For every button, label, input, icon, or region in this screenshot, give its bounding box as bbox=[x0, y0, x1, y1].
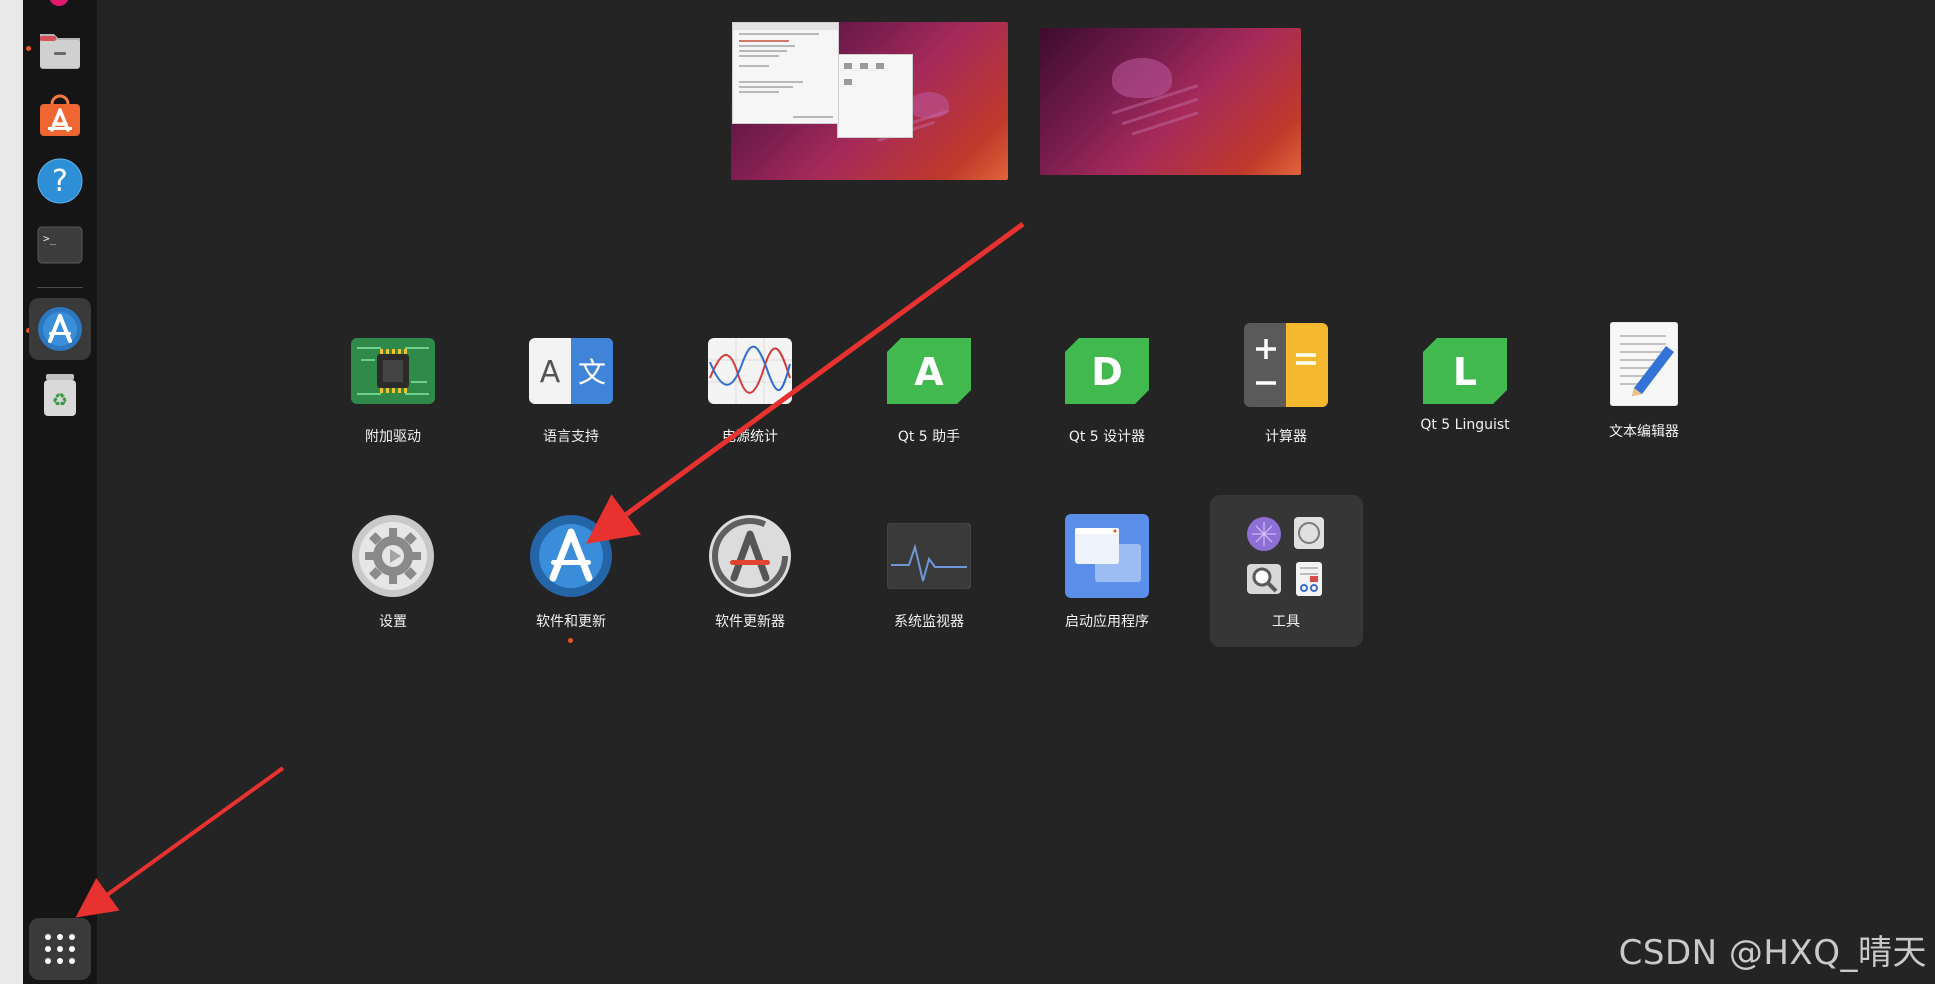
glyph: L bbox=[1453, 350, 1477, 394]
folder-icon bbox=[40, 34, 80, 69]
workspace-thumbnail-2[interactable] bbox=[1040, 28, 1301, 175]
dock-item-terminal[interactable]: >_ bbox=[29, 214, 91, 276]
help-icon: ? bbox=[37, 158, 83, 204]
app-calculator[interactable]: 计算器 bbox=[1201, 322, 1371, 452]
text-editor-icon bbox=[1610, 322, 1678, 406]
app-label: 计算器 bbox=[1265, 429, 1307, 445]
svg-text:♻: ♻ bbox=[52, 390, 68, 411]
activities-overview: ? >_ ♻ 附加驱动 A 文 语言支持 电源统计 A Qt 5 助手 D Qt… bbox=[0, 0, 1935, 984]
qt-d-icon: D bbox=[1065, 338, 1149, 404]
system-monitor-icon bbox=[887, 523, 971, 589]
app-label: 设置 bbox=[379, 614, 407, 630]
app-tools-folder[interactable]: 工具 bbox=[1201, 514, 1371, 644]
show-applications-button[interactable] bbox=[29, 918, 91, 980]
app-system-monitor[interactable]: 系统监视器 bbox=[844, 514, 1014, 644]
dock-item-app-center[interactable] bbox=[29, 84, 91, 146]
wallpaper-jellyfish bbox=[1112, 58, 1172, 98]
calculator-icon bbox=[1244, 323, 1328, 407]
app-label: 系统监视器 bbox=[894, 614, 964, 630]
watermark: CSDN @HXQ_晴天 bbox=[1618, 933, 1927, 973]
chart-wave-icon bbox=[708, 338, 792, 404]
startup-apps-icon bbox=[1065, 514, 1149, 598]
glyph-latin: A bbox=[540, 355, 561, 390]
trash-icon: ♻ bbox=[44, 374, 76, 416]
app-label: 软件和更新 bbox=[536, 614, 606, 630]
app-software-and-updates[interactable]: 软件和更新 bbox=[486, 514, 656, 644]
dock: ? >_ ♻ bbox=[23, 0, 97, 984]
app-additional-drivers[interactable]: 附加驱动 bbox=[308, 329, 478, 459]
glyph: A bbox=[914, 350, 944, 394]
gear-icon bbox=[352, 515, 434, 597]
app-label: Qt 5 助手 bbox=[897, 429, 961, 445]
software-updater-icon bbox=[709, 515, 791, 597]
app-grid-icon bbox=[45, 934, 75, 964]
qt-a-icon: A bbox=[887, 338, 971, 404]
terminal-icon: >_ bbox=[37, 226, 83, 264]
app-label: Qt 5 Linguist bbox=[1420, 417, 1510, 433]
app-qt5-assistant[interactable]: A Qt 5 助手 bbox=[844, 329, 1014, 459]
window-preview-secondary[interactable] bbox=[837, 54, 913, 138]
workspace-thumbnail-1[interactable] bbox=[731, 22, 1008, 180]
app-settings[interactable]: 设置 bbox=[308, 514, 478, 644]
window-preview-main[interactable] bbox=[732, 22, 839, 124]
app-power-statistics[interactable]: 电源统计 bbox=[665, 329, 835, 459]
app-label: 附加驱动 bbox=[365, 429, 421, 445]
app-label: 软件更新器 bbox=[715, 614, 785, 630]
software-properties-icon bbox=[530, 515, 612, 597]
annotation-arrow-to-show-apps bbox=[75, 766, 285, 918]
app-qt5-linguist[interactable]: L Qt 5 Linguist bbox=[1380, 329, 1550, 459]
qt-l-icon: L bbox=[1423, 338, 1507, 404]
app-label: Qt 5 设计器 bbox=[1068, 429, 1146, 445]
dock-item-trash[interactable]: ♻ bbox=[29, 364, 91, 426]
wallpaper-detail bbox=[1121, 97, 1199, 126]
app-startup-applications[interactable]: 启动应用程序 bbox=[1022, 514, 1192, 644]
dock-item-files[interactable] bbox=[29, 18, 91, 80]
dock-separator bbox=[37, 287, 83, 288]
app-qt5-designer[interactable]: D Qt 5 设计器 bbox=[1022, 329, 1192, 459]
partial-dock-icon[interactable] bbox=[49, 0, 69, 6]
dock-item-software-updates[interactable] bbox=[29, 298, 91, 360]
app-language-support[interactable]: A 文 语言支持 bbox=[486, 329, 656, 459]
app-label: 启动应用程序 bbox=[1065, 614, 1149, 630]
dock-item-help[interactable]: ? bbox=[29, 150, 91, 212]
language-icon: A 文 bbox=[529, 338, 613, 404]
running-indicator bbox=[568, 638, 573, 643]
shopping-bag-icon bbox=[40, 94, 80, 136]
glyph: D bbox=[1091, 350, 1123, 394]
app-label: 电源统计 bbox=[722, 429, 778, 445]
app-label: 工具 bbox=[1272, 614, 1300, 630]
background-window-edge bbox=[0, 0, 24, 984]
folder-grid-icon bbox=[1247, 517, 1324, 596]
software-properties-icon bbox=[38, 307, 82, 351]
glyph-cjk: 文 bbox=[578, 356, 606, 389]
terminal-prompt: >_ bbox=[43, 232, 57, 245]
chip-icon bbox=[351, 338, 435, 404]
app-label: 语言支持 bbox=[543, 429, 599, 445]
app-software-updater[interactable]: 软件更新器 bbox=[665, 514, 835, 644]
svg-text:?: ? bbox=[52, 164, 68, 199]
app-label: 文本编辑器 bbox=[1609, 424, 1679, 440]
app-text-editor[interactable]: 文本编辑器 bbox=[1559, 320, 1729, 450]
